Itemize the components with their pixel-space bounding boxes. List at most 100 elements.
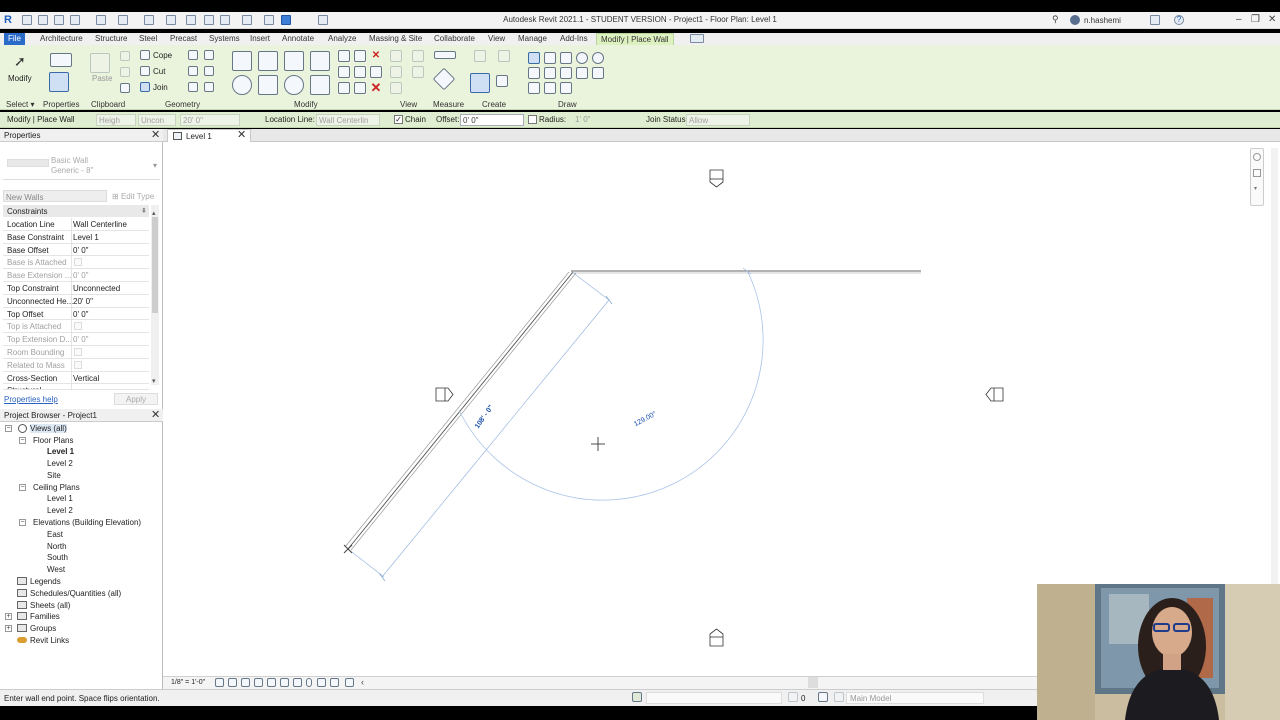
mirror-draw-icon[interactable]	[310, 51, 330, 71]
move-icon[interactable]	[232, 75, 252, 95]
restore-icon[interactable]: ❐	[1251, 14, 1260, 25]
tab-view[interactable]: View	[488, 33, 505, 45]
paste-icon[interactable]	[90, 53, 110, 73]
elevation-marker-north[interactable]	[709, 169, 724, 188]
properties-scrollbar[interactable]: ▴ ▾	[151, 205, 159, 385]
draw-polygon-icon[interactable]	[560, 52, 572, 64]
radius-checkbox[interactable]	[528, 115, 537, 124]
height-constraint-select[interactable]: Uncon	[138, 114, 176, 126]
tree-schedules[interactable]: Schedules/Quantities (all)	[30, 589, 121, 598]
tab-precast[interactable]: Precast	[170, 33, 197, 45]
property-value[interactable]: 0' 0"	[73, 271, 89, 280]
chain-checkbox[interactable]: ✓	[394, 115, 403, 124]
mirror-axis-icon[interactable]	[284, 51, 304, 71]
worksets-icon[interactable]	[632, 692, 642, 702]
properties-close-icon[interactable]: ✕	[151, 130, 160, 141]
tree-floor-plan-site[interactable]: Site	[47, 471, 61, 480]
tab-insert[interactable]: Insert	[250, 33, 270, 45]
property-checkbox[interactable]	[74, 322, 82, 331]
help-icon[interactable]: ?	[1174, 15, 1184, 25]
cart-icon[interactable]	[1150, 15, 1160, 25]
horizontal-scroll-thumb[interactable]	[808, 677, 818, 688]
visual-style-icon[interactable]	[228, 678, 237, 687]
design-options-icon[interactable]	[818, 692, 828, 702]
type-selector[interactable]: Basic Wall Generic - 8" ▾	[3, 146, 160, 180]
property-checkbox[interactable]	[74, 258, 82, 267]
floor-plans-collapse-icon[interactable]: −	[19, 437, 26, 444]
property-value[interactable]: Vertical	[73, 374, 99, 383]
unjoin-icon[interactable]	[204, 82, 214, 92]
constraints-section[interactable]: Constraints	[3, 205, 149, 217]
tab-manage[interactable]: Manage	[518, 33, 547, 45]
height-mode-select[interactable]: Heigh	[96, 114, 136, 126]
tree-elevation-south[interactable]: South	[47, 553, 68, 562]
property-row[interactable]: Base is Attached	[3, 256, 149, 270]
modify-tool-label[interactable]: Modify	[8, 74, 32, 83]
ribbon-toggle-icon[interactable]	[690, 34, 704, 43]
property-row[interactable]: Base Extension ... 0' 0"	[3, 269, 149, 282]
tab-file[interactable]: File	[4, 33, 25, 45]
filter-icon[interactable]	[390, 82, 402, 94]
property-value[interactable]: Wall Centerline	[73, 220, 127, 229]
trim-single-icon[interactable]	[338, 82, 350, 94]
fillet-arc-icon[interactable]	[576, 67, 588, 79]
remove-paint-icon[interactable]	[204, 66, 214, 76]
tree-sheets[interactable]: Sheets (all)	[30, 601, 70, 610]
measure-distance-icon[interactable]	[434, 51, 456, 59]
minimize-icon[interactable]: –	[1236, 14, 1242, 25]
copy-element-icon[interactable]	[258, 75, 278, 95]
property-row[interactable]: Related to Mass	[3, 358, 149, 372]
match-properties-icon[interactable]	[120, 83, 130, 93]
crop-view-icon[interactable]	[267, 678, 276, 687]
elevation-marker-south[interactable]	[709, 628, 724, 647]
start-point-marker[interactable]	[343, 544, 353, 554]
override-graphics-icon[interactable]	[390, 50, 402, 62]
tab-modify-place-wall[interactable]: Modify | Place Wall	[596, 33, 674, 45]
views-collapse-icon[interactable]: −	[5, 425, 12, 432]
align-icon[interactable]	[232, 51, 252, 71]
split-element-icon[interactable]	[338, 50, 350, 62]
detail-level-icon[interactable]	[215, 678, 224, 687]
draw-circle-icon[interactable]	[576, 52, 588, 64]
split-face-icon[interactable]	[204, 50, 214, 60]
split-gap-icon[interactable]	[354, 50, 366, 62]
scale-icon[interactable]	[354, 66, 366, 78]
property-row[interactable]: Cross-Section Vertical	[3, 371, 149, 385]
arc-tangent-icon[interactable]	[560, 67, 572, 79]
tree-ceiling-level-1[interactable]: Level 1	[47, 494, 73, 503]
tab-structure[interactable]: Structure	[95, 33, 127, 45]
join-label[interactable]: Join	[153, 83, 168, 92]
families-expand-icon[interactable]: +	[5, 613, 12, 620]
existing-wall[interactable]	[571, 270, 921, 274]
window-close-icon[interactable]: ✕	[1268, 14, 1276, 25]
draw-ellipse-icon[interactable]	[592, 52, 604, 64]
analytical-model-icon[interactable]	[330, 678, 339, 687]
tab-collaborate[interactable]: Collaborate	[434, 33, 475, 45]
tree-floor-plans[interactable]: Floor Plans	[33, 436, 73, 445]
tab-steel[interactable]: Steel	[139, 33, 157, 45]
array-icon[interactable]	[338, 66, 350, 78]
placed-diagonal-wall[interactable]	[344, 271, 577, 551]
tree-revit-links[interactable]: Revit Links	[30, 636, 69, 645]
search-binoculars-icon[interactable]: ⚲	[1052, 14, 1062, 24]
cope-icon[interactable]	[140, 50, 150, 60]
arrow-cursor-icon[interactable]: ➚	[14, 53, 26, 70]
user-name[interactable]: n.hashemi	[1084, 16, 1121, 25]
scroll-up-icon[interactable]: ▴	[152, 209, 156, 217]
ceiling-plans-collapse-icon[interactable]: −	[19, 484, 26, 491]
property-value[interactable]: Level 1	[73, 233, 99, 242]
zoom-icon[interactable]	[1253, 169, 1261, 177]
property-row[interactable]: Structural	[3, 384, 149, 391]
tree-elevation-north[interactable]: North	[47, 542, 67, 551]
height-value-field[interactable]: 20' 0"	[180, 114, 240, 126]
apply-button[interactable]: Apply	[114, 393, 158, 405]
reveal-hidden-icon[interactable]	[306, 678, 312, 687]
tree-ceiling-level-2[interactable]: Level 2	[47, 506, 73, 515]
instance-filter-select[interactable]: New Walls	[3, 190, 107, 202]
property-value[interactable]: 0' 0"	[73, 246, 89, 255]
tab-massing-site[interactable]: Massing & Site	[369, 33, 422, 45]
properties-help-link[interactable]: Properties help	[4, 395, 58, 404]
tree-elevations[interactable]: Elevations (Building Elevation)	[33, 518, 141, 527]
tree-groups[interactable]: Groups	[30, 624, 56, 633]
paint-icon[interactable]	[188, 66, 198, 76]
